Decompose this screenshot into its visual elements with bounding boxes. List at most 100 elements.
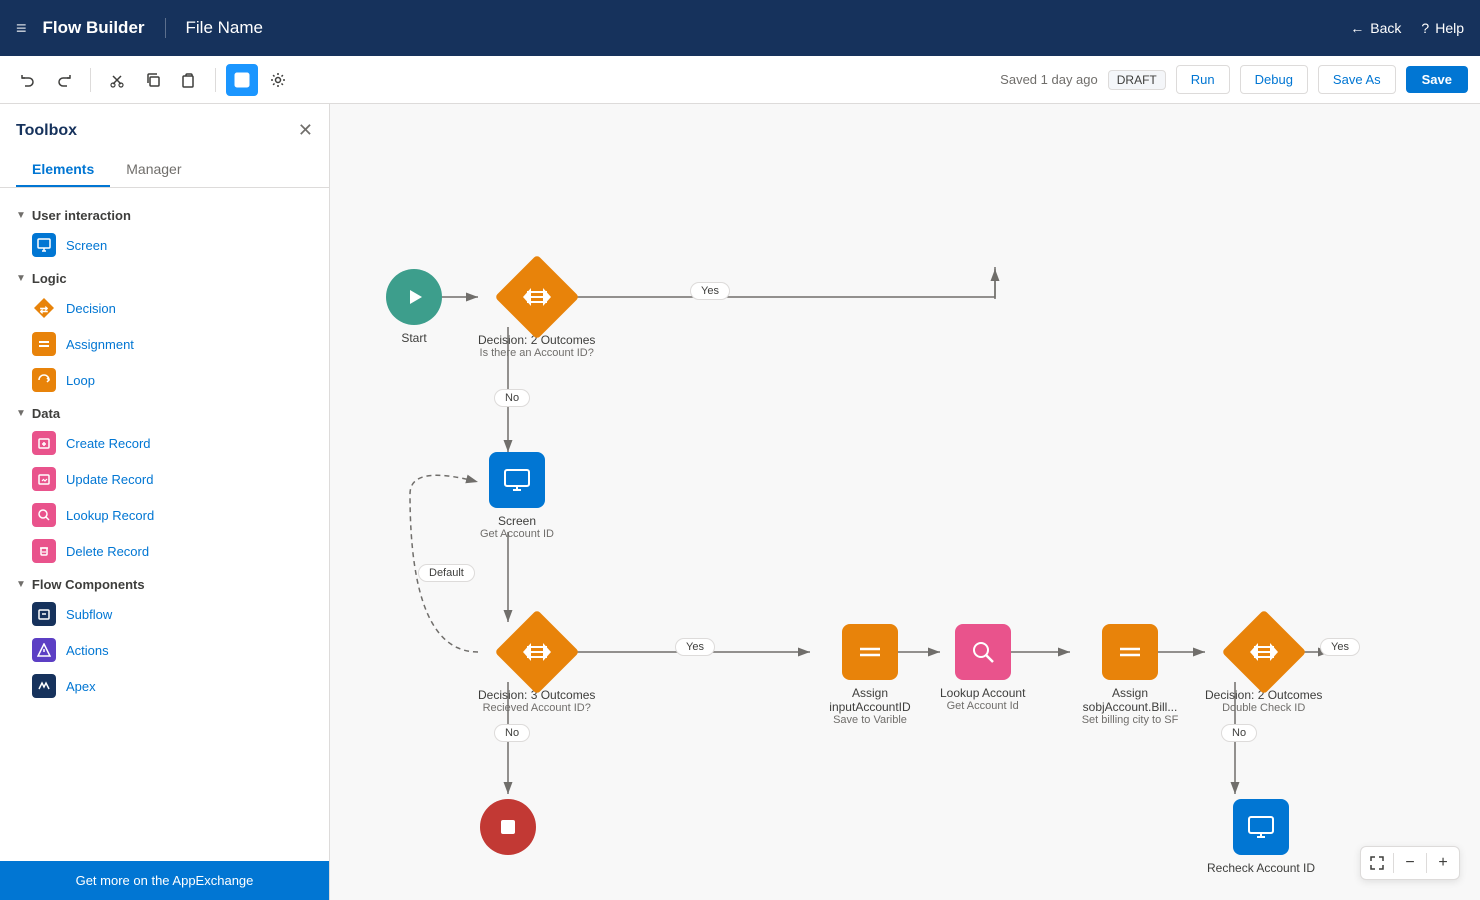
redo-button[interactable] (48, 64, 80, 96)
assignment-icon (32, 332, 56, 356)
help-button[interactable]: ? Help (1421, 20, 1464, 36)
screen2-icon[interactable] (1233, 799, 1289, 855)
toolbox-item-subflow[interactable]: Subflow (0, 596, 329, 632)
settings-button[interactable] (262, 64, 294, 96)
start-label: Start (401, 331, 426, 345)
decision3-icon[interactable] (1221, 610, 1306, 695)
start-icon[interactable] (386, 269, 442, 325)
loop-icon (32, 368, 56, 392)
assign1-label: Assign inputAccountID (810, 686, 930, 714)
section-label: Data (32, 406, 60, 421)
assign1-icon[interactable] (842, 624, 898, 680)
toolbox-item-actions[interactable]: Actions (0, 632, 329, 668)
toolbox-item-apex[interactable]: Apex (0, 668, 329, 704)
toolbox-item-delete-record[interactable]: Delete Record (0, 533, 329, 569)
save-as-button[interactable]: Save As (1318, 65, 1396, 94)
chevron-icon: ▼ (16, 210, 26, 221)
assign2-sublabel: Set billing city to SF (1082, 714, 1179, 726)
chevron-icon: ▼ (16, 579, 26, 590)
save-status: Saved 1 day ago (1000, 72, 1098, 87)
toolbar-right: Saved 1 day ago DRAFT Run Debug Save As … (1000, 65, 1468, 94)
toolbar-separator-2 (215, 68, 216, 92)
decision2-node[interactable]: Decision: 3 Outcomes Recieved Account ID… (478, 622, 595, 714)
back-label: Back (1370, 20, 1401, 36)
toolbox-item-assignment[interactable]: Assignment (0, 326, 329, 362)
zoom-controls: − + (1360, 846, 1460, 880)
toolbar-separator-1 (90, 68, 91, 92)
back-button[interactable]: ← Back (1350, 20, 1401, 36)
zoom-out-button[interactable]: − (1394, 847, 1426, 879)
menu-icon[interactable]: ≡ (16, 18, 27, 39)
toolbox-item-decision[interactable]: ⇄ Decision (0, 290, 329, 326)
stop-node[interactable] (480, 799, 536, 855)
start-node[interactable]: Start (386, 269, 442, 345)
cut-button[interactable] (101, 64, 133, 96)
section-logic[interactable]: ▼ Logic (0, 263, 329, 290)
toolbox-title: Toolbox (16, 122, 77, 140)
item-label: Assignment (66, 337, 134, 352)
decision1-icon[interactable] (494, 255, 579, 340)
item-label: Screen (66, 238, 107, 253)
screen1-icon[interactable] (489, 452, 545, 508)
help-icon: ? (1421, 20, 1429, 36)
lookup1-sublabel: Get Account Id (947, 700, 1019, 712)
item-label: Update Record (66, 472, 153, 487)
toolbox-item-create-record[interactable]: Create Record (0, 425, 329, 461)
canvas-view-button[interactable] (226, 64, 258, 96)
tab-manager[interactable]: Manager (110, 153, 197, 187)
flow-canvas[interactable]: Start Decision: 2 Outcomes Is there an A… (330, 104, 1480, 900)
item-label: Delete Record (66, 544, 149, 559)
chevron-icon: ▼ (16, 273, 26, 284)
app-title: Flow Builder (43, 18, 166, 38)
undo-button[interactable] (12, 64, 44, 96)
paste-button[interactable] (173, 64, 205, 96)
item-label: Decision (66, 301, 116, 316)
lookup1-label: Lookup Account (940, 686, 1025, 700)
update-record-icon (32, 467, 56, 491)
delete-record-icon (32, 539, 56, 563)
toolbox-item-lookup-record[interactable]: Lookup Record (0, 497, 329, 533)
toolbox-body: ▼ User interaction Screen ▼ Logic ⇄ Deci… (0, 188, 329, 861)
section-user-interaction[interactable]: ▼ User interaction (0, 200, 329, 227)
assign2-icon[interactable] (1102, 624, 1158, 680)
toolbox-close-button[interactable]: ✕ (298, 120, 313, 141)
toolbox-tabs: Elements Manager (0, 141, 329, 188)
appexchange-banner[interactable]: Get more on the AppExchange (0, 861, 329, 900)
zoom-fit-button[interactable] (1361, 847, 1393, 879)
toolbox-item-loop[interactable]: Loop (0, 362, 329, 398)
section-flow-components[interactable]: ▼ Flow Components (0, 569, 329, 596)
decision3-sublabel: Double Check ID (1222, 702, 1305, 714)
lookup1-icon[interactable] (955, 624, 1011, 680)
item-label: Apex (66, 679, 96, 694)
decision3-node[interactable]: Decision: 2 Outcomes Double Check ID (1205, 622, 1322, 714)
decision2-icon[interactable] (494, 610, 579, 695)
copy-button[interactable] (137, 64, 169, 96)
canvas-inner: Start Decision: 2 Outcomes Is there an A… (330, 104, 1480, 854)
tab-elements[interactable]: Elements (16, 153, 110, 187)
run-button[interactable]: Run (1176, 65, 1230, 94)
screen1-label: Screen (498, 514, 536, 528)
help-label: Help (1435, 20, 1464, 36)
toolbox-item-update-record[interactable]: Update Record (0, 461, 329, 497)
assign2-label: Assign sobjAccount.Bill... (1070, 686, 1190, 714)
zoom-in-button[interactable]: + (1427, 847, 1459, 879)
main-content: Toolbox ✕ Elements Manager ▼ User intera… (0, 104, 1480, 900)
debug-button[interactable]: Debug (1240, 65, 1308, 94)
assign2-node[interactable]: Assign sobjAccount.Bill... Set billing c… (1070, 624, 1190, 726)
screen2-label: Recheck Account ID (1207, 861, 1315, 875)
lookup1-node[interactable]: Lookup Account Get Account Id (940, 624, 1025, 712)
decision1-node[interactable]: Decision: 2 Outcomes Is there an Account… (478, 267, 595, 359)
no1-label: No (494, 389, 530, 407)
save-button[interactable]: Save (1406, 66, 1468, 93)
screen1-node[interactable]: Screen Get Account ID (480, 452, 554, 540)
app-header: ≡ Flow Builder File Name ← Back ? Help (0, 0, 1480, 56)
section-data[interactable]: ▼ Data (0, 398, 329, 425)
assign1-node[interactable]: Assign inputAccountID Save to Varible (810, 624, 930, 726)
default-label: Default (418, 564, 475, 582)
screen2-node[interactable]: Recheck Account ID (1207, 799, 1315, 875)
toolbox-item-screen[interactable]: Screen (0, 227, 329, 263)
assign1-sublabel: Save to Varible (833, 714, 907, 726)
stop-icon[interactable] (480, 799, 536, 855)
toolbox-panel: Toolbox ✕ Elements Manager ▼ User intera… (0, 104, 330, 900)
decision-icon: ⇄ (32, 296, 56, 320)
